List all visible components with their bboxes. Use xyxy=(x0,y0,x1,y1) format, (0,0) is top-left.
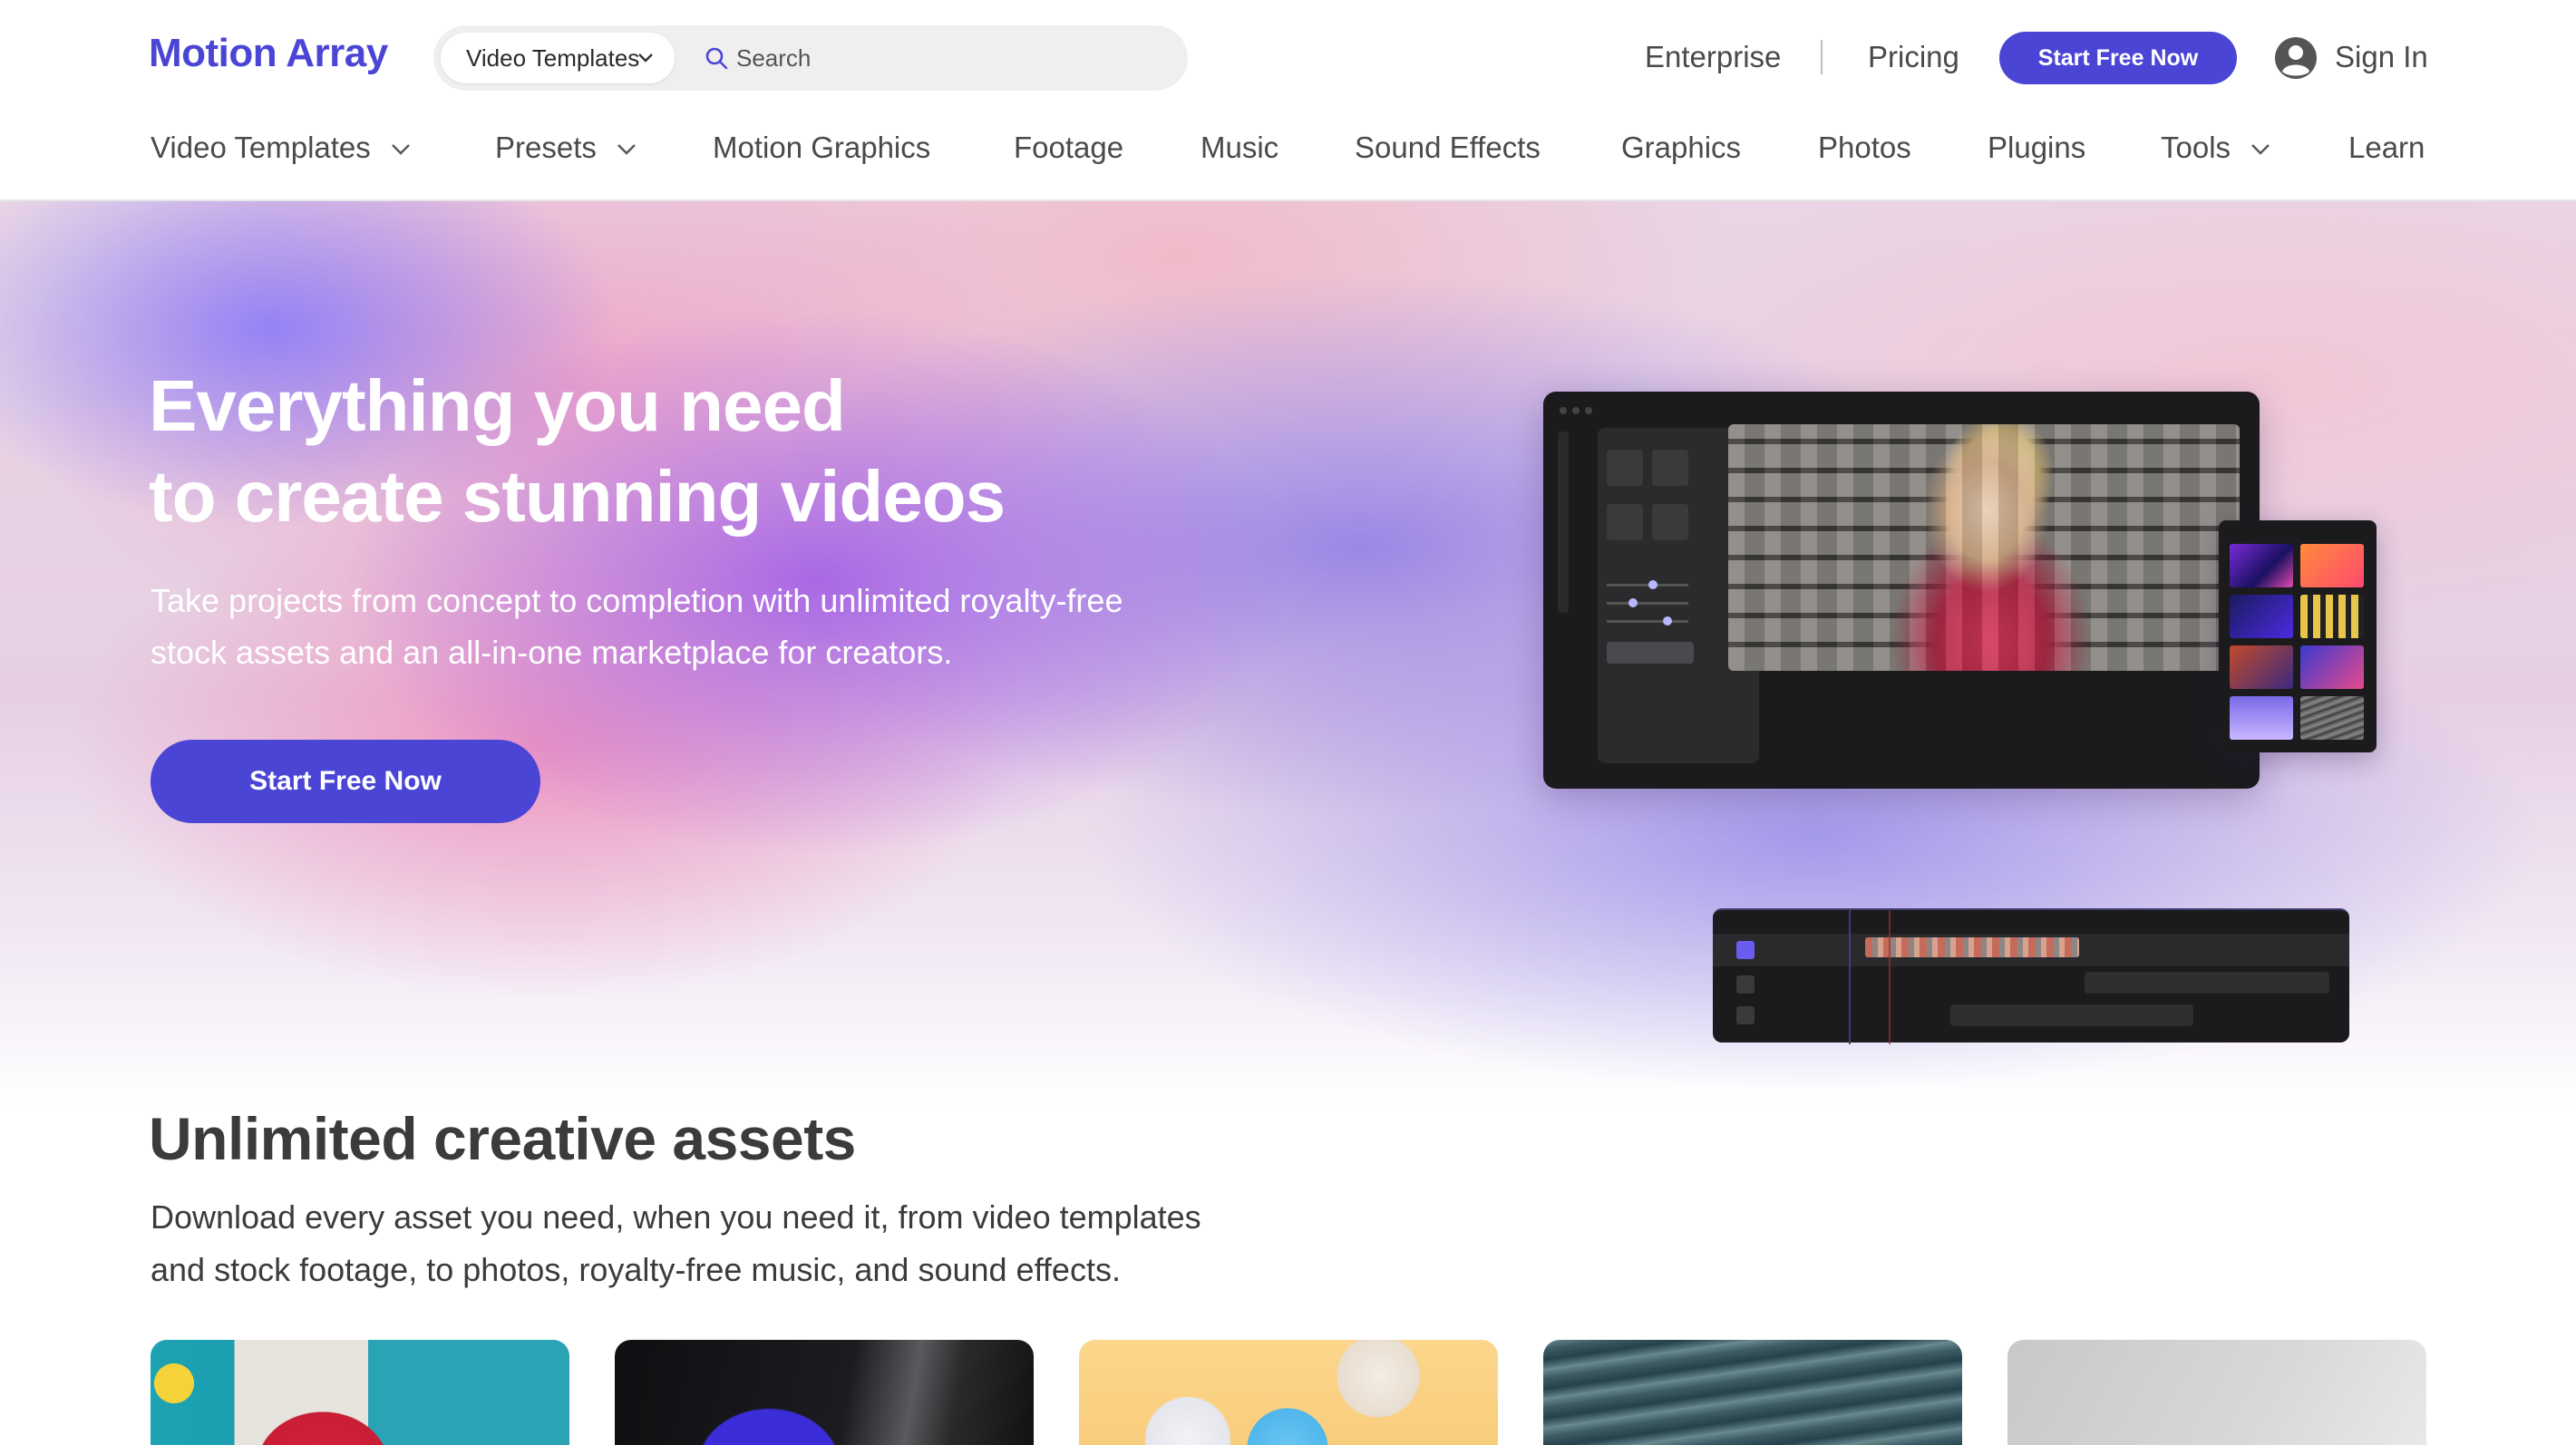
timeline-clip-filmstrip xyxy=(1865,937,2079,957)
assets-subtitle: Download every asset you need, when you … xyxy=(151,1191,1420,1296)
assets-subtitle-line: Download every asset you need, when you … xyxy=(151,1198,1201,1236)
asset-card-graphics[interactable] xyxy=(1079,1340,1498,1445)
mockup-slider xyxy=(1607,598,1688,607)
category-tools[interactable]: Tools xyxy=(2161,131,2270,165)
mockup-tile xyxy=(1652,504,1688,540)
mockup-rail xyxy=(1558,432,1569,613)
category-video-templates[interactable]: Video Templates xyxy=(151,131,411,165)
search-input[interactable] xyxy=(736,38,1153,78)
category-label: Tools xyxy=(2161,131,2231,164)
mockup-thumb xyxy=(2300,595,2364,638)
asset-card-footage[interactable] xyxy=(1543,1340,1962,1445)
nav-pricing-link[interactable]: Pricing xyxy=(1868,40,1959,74)
asset-card-motion-graphics[interactable] xyxy=(615,1340,1034,1445)
hero-title: Everything you need to create stunning v… xyxy=(149,361,1509,542)
category-learn[interactable]: Learn xyxy=(2348,131,2425,165)
category-sound-effects[interactable]: Sound Effects xyxy=(1355,131,1541,165)
window-dots xyxy=(1560,402,1598,419)
mockup-timeline xyxy=(1713,908,2349,1044)
search-icon xyxy=(705,47,728,70)
category-label: Presets xyxy=(495,131,597,164)
hero-subtitle: Take projects from concept to completion… xyxy=(151,575,1329,678)
category-label: Learn xyxy=(2348,131,2425,164)
chevron-down-icon xyxy=(391,144,410,155)
mockup-thumb xyxy=(2230,696,2293,740)
mockup-thumb xyxy=(2300,696,2364,740)
category-graphics[interactable]: Graphics xyxy=(1621,131,1741,165)
chevron-down-icon xyxy=(2251,144,2270,155)
brand-logo[interactable]: Motion Array xyxy=(149,31,388,76)
mockup-tile xyxy=(1652,450,1688,486)
category-label: Motion Graphics xyxy=(713,131,931,164)
category-music[interactable]: Music xyxy=(1201,131,1278,165)
assets-heading: Unlimited creative assets xyxy=(149,1105,856,1172)
timeline-track-marker xyxy=(1736,1006,1755,1024)
category-plugins[interactable]: Plugins xyxy=(1988,131,2085,165)
mockup-slider xyxy=(1607,580,1688,589)
timeline-track-marker xyxy=(1736,941,1755,959)
category-label: Photos xyxy=(1818,131,1911,164)
mockup-thumb xyxy=(2230,544,2293,587)
category-label: Plugins xyxy=(1988,131,2086,164)
search-type-label: Video Templates xyxy=(466,44,640,72)
hero-subtitle-line: stock assets and an all-in-one marketpla… xyxy=(151,634,953,671)
hero-subtitle-line: Take projects from concept to completion… xyxy=(151,582,1123,619)
header-start-free-button[interactable]: Start Free Now xyxy=(1999,32,2237,84)
site-header: Motion Array Video Templates Enterprise … xyxy=(0,0,2576,201)
category-label: Music xyxy=(1201,131,1279,164)
category-label: Graphics xyxy=(1621,131,1742,164)
mockup-thumb xyxy=(2230,645,2293,689)
asset-card-photos[interactable] xyxy=(2007,1340,2426,1445)
assets-subtitle-line: and stock footage, to photos, royalty-fr… xyxy=(151,1251,1121,1288)
mockup-tile xyxy=(1607,504,1643,540)
nav-divider xyxy=(1821,40,1823,74)
timeline-clip xyxy=(2085,972,2329,994)
mockup-thumb xyxy=(2300,645,2364,689)
timeline-playhead xyxy=(1849,910,1851,1044)
mockup-bar xyxy=(1607,642,1694,664)
mockup-template-panel xyxy=(2219,520,2377,752)
mockup-thumb xyxy=(2230,595,2293,638)
editor-mockup xyxy=(1543,392,2260,789)
mockup-tile xyxy=(1607,450,1643,486)
hero-start-free-button[interactable]: Start Free Now xyxy=(151,740,540,823)
category-motion-graphics[interactable]: Motion Graphics xyxy=(713,131,930,165)
mockup-video-preview xyxy=(1728,424,2240,671)
hero-title-line: Everything you need xyxy=(149,365,846,446)
category-nav: Video Templates Presets Motion Graphics … xyxy=(0,131,2576,176)
chevron-down-icon xyxy=(638,53,653,63)
search-type-dropdown[interactable]: Video Templates xyxy=(441,33,675,83)
nav-enterprise-link[interactable]: Enterprise xyxy=(1645,40,1781,74)
category-presets[interactable]: Presets xyxy=(495,131,637,165)
sign-in-link[interactable]: Sign In xyxy=(2335,40,2428,74)
asset-card-video-templates[interactable] xyxy=(151,1340,569,1445)
category-label: Sound Effects xyxy=(1355,131,1541,164)
user-avatar-icon[interactable] xyxy=(2274,36,2318,80)
chevron-down-icon xyxy=(617,144,636,155)
timeline-clip xyxy=(1950,1004,2193,1026)
timeline-cursor xyxy=(1889,910,1891,1044)
mockup-thumb xyxy=(2300,544,2364,587)
mockup-slider xyxy=(1607,616,1688,626)
hero-title-line: to create stunning videos xyxy=(149,456,1006,537)
search-bar: Video Templates xyxy=(433,25,1188,91)
timeline-track-marker xyxy=(1736,975,1755,994)
category-footage[interactable]: Footage xyxy=(1014,131,1123,165)
category-label: Footage xyxy=(1014,131,1124,164)
category-label: Video Templates xyxy=(151,131,371,164)
hero-section: Everything you need to create stunning v… xyxy=(0,201,2576,1108)
category-photos[interactable]: Photos xyxy=(1818,131,1911,165)
